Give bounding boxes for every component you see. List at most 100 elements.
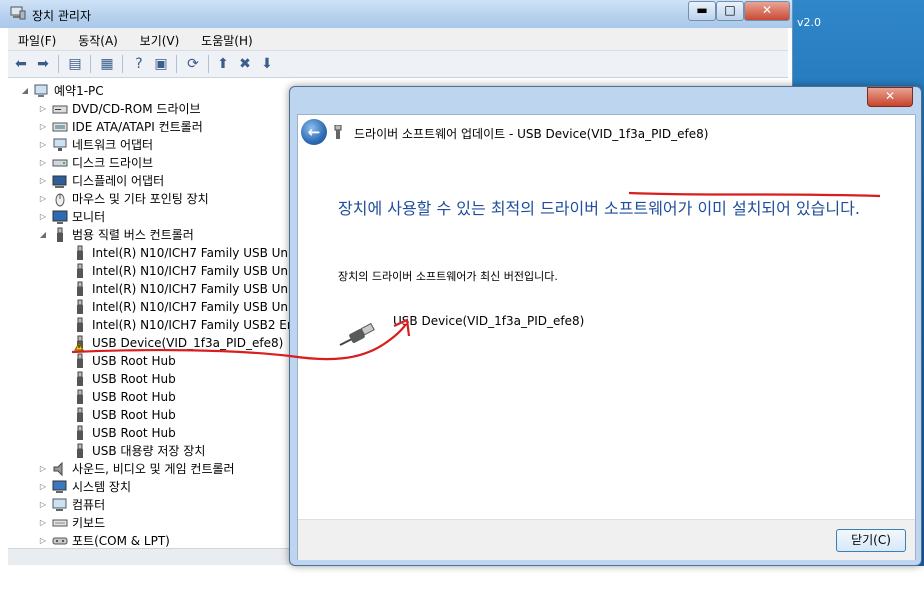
disk-drive-icon: [52, 159, 68, 167]
usb-plug-icon: [77, 317, 83, 332]
forward-arrow-icon[interactable]: ➡: [34, 55, 52, 73]
scan-hardware-icon[interactable]: ⟳: [184, 55, 202, 73]
show-hide-tree-icon[interactable]: ▤: [66, 55, 84, 73]
update-driver-dialog: ✕ ← 드라이버 소프트웨어 업데이트 - USB Device(VID_1f3…: [289, 86, 922, 566]
toolbar-separator: [122, 55, 123, 73]
speaker-icon: [53, 461, 63, 477]
expand-arrow-icon[interactable]: ▷: [38, 154, 48, 172]
mouse-icon: [55, 193, 65, 207]
expand-arrow-icon[interactable]: ▷: [38, 172, 48, 190]
expand-arrow-icon[interactable]: ▷: [38, 190, 48, 208]
collapse-arrow-icon[interactable]: ◢: [20, 82, 30, 100]
empty-area: [0, 566, 924, 614]
toolbar-separator: [208, 55, 209, 73]
toolbar: ⬅ ➡ ▤ ▦ ? ▣ ⟳ ⬆ ✖ ⬇: [8, 51, 788, 78]
dialog-close-button[interactable]: ✕: [867, 87, 913, 107]
tree-item-label: IDE ATA/ATAPI 컨트롤러: [72, 120, 203, 134]
dvd-drive-icon: [52, 105, 68, 114]
display-adapter-icon: [52, 175, 67, 188]
update-driver-icon[interactable]: ⬆: [214, 55, 232, 73]
tree-item-label: Intel(R) N10/ICH7 Family USB2 Enha: [92, 318, 310, 332]
network-adapter-icon: [53, 138, 67, 151]
tree-item-label: USB Root Hub: [92, 390, 176, 404]
view-icon[interactable]: ▣: [152, 55, 170, 73]
menu-view[interactable]: 보기(V): [130, 28, 188, 49]
tree-item-label: USB Device(VID_1f3a_PID_efe8): [92, 336, 284, 350]
expand-arrow-icon[interactable]: ▷: [38, 136, 48, 154]
expand-arrow-icon[interactable]: ▷: [38, 496, 48, 514]
tree-item-label: DVD/CD-ROM 드라이브: [72, 102, 201, 116]
dialog-footer: 닫기(C): [298, 519, 915, 560]
expand-arrow-icon[interactable]: ▷: [38, 118, 48, 136]
usb-plug-icon: [77, 407, 83, 422]
computer-icon: [52, 498, 67, 511]
usb-plug-icon: [77, 389, 83, 404]
desktop-corner-text: v2.0: [797, 16, 822, 29]
usb-plug-icon: [77, 353, 83, 368]
tree-item-label: 키보드: [72, 516, 106, 530]
expand-arrow-icon[interactable]: ▷: [38, 478, 48, 496]
usb-plug-icon: [77, 263, 83, 278]
port-icon: [52, 537, 68, 545]
system-device-icon: [52, 480, 67, 493]
properties-icon[interactable]: ▦: [98, 55, 116, 73]
tree-item-label: 시스템 장치: [72, 480, 132, 494]
back-arrow-icon[interactable]: ⬅: [12, 55, 30, 73]
expand-arrow-icon[interactable]: ▷: [38, 100, 48, 118]
tree-item-label: Intel(R) N10/ICH7 Family USB Unive: [92, 282, 306, 296]
tree-item-label: 디스플레이 어댑터: [72, 174, 165, 188]
close-button[interactable]: 닫기(C): [836, 529, 906, 552]
tree-item-label: Intel(R) N10/ICH7 Family USB Unive: [92, 300, 306, 314]
window-title: 장치 관리자: [32, 9, 92, 23]
menu-bar: 파일(F) 동작(A) 보기(V) 도움말(H): [8, 28, 788, 51]
help-icon[interactable]: ?: [130, 55, 148, 73]
expand-arrow-icon[interactable]: ▷: [38, 460, 48, 478]
keyboard-icon: [52, 519, 68, 527]
device-name: USB Device(VID_1f3a_PID_efe8): [393, 314, 585, 328]
maximize-button[interactable]: □: [716, 1, 744, 21]
toolbar-separator: [176, 55, 177, 73]
tree-item-label: USB 대용량 저장 장치: [92, 444, 206, 458]
menu-help[interactable]: 도움말(H): [191, 28, 261, 49]
tree-item-label: Intel(R) N10/ICH7 Family USB Unive: [92, 264, 306, 278]
menu-action[interactable]: 동작(A): [68, 28, 126, 49]
expand-arrow-icon[interactable]: ▷: [38, 532, 48, 548]
tree-item-label: 디스크 드라이브: [72, 156, 154, 170]
computer-icon: [34, 84, 48, 97]
menu-file[interactable]: 파일(F): [8, 28, 64, 49]
expand-arrow-icon[interactable]: ▷: [38, 208, 48, 226]
root-computer-label: 예약1-PC: [54, 84, 104, 98]
minimize-button[interactable]: ▬: [688, 1, 716, 21]
usb-warning-icon: [74, 335, 84, 351]
usb-plug-icon: [77, 245, 83, 260]
usb-plug-icon: [77, 371, 83, 386]
close-window-button[interactable]: ✕: [744, 1, 790, 21]
usb-cable-icon: [339, 322, 375, 346]
usb-plug-icon: [77, 443, 83, 458]
back-button[interactable]: ←: [301, 119, 327, 145]
tree-item-label: USB Root Hub: [92, 426, 176, 440]
tree-item-label: Intel(R) N10/ICH7 Family USB Unive: [92, 246, 306, 260]
uninstall-icon[interactable]: ✖: [236, 55, 254, 73]
title-bar[interactable]: 장치 관리자 ▬ □ ✕: [0, 0, 792, 28]
ide-controller-icon: [52, 122, 68, 132]
usb-plug-icon: [77, 281, 83, 296]
usb-controller-icon: [57, 227, 63, 242]
tree-item-label: 네트워크 어댑터: [72, 138, 154, 152]
result-heading: 장치에 사용할 수 있는 최적의 드라이버 소프트웨어가 이미 설치되어 있습니…: [338, 199, 860, 218]
monitor-icon: [52, 210, 68, 224]
tree-item-label: USB Root Hub: [92, 408, 176, 422]
collapse-arrow-icon[interactable]: ◢: [38, 226, 48, 244]
tree-item-label: 컴퓨터: [72, 498, 106, 512]
tree-item-label: USB Root Hub: [92, 354, 176, 368]
tree-item-label: USB Root Hub: [92, 372, 176, 386]
disable-device-icon[interactable]: ⬇: [258, 55, 276, 73]
dialog-header: ← 드라이버 소프트웨어 업데이트 - USB Device(VID_1f3a_…: [298, 115, 915, 151]
tree-item-label: 범용 직렬 버스 컨트롤러: [72, 228, 194, 242]
tree-item-label: 마우스 및 기타 포인팅 장치: [72, 192, 209, 206]
tree-item-label: 사운드, 비디오 및 게임 컨트롤러: [72, 462, 235, 476]
device-manager-icon: [10, 6, 26, 20]
expand-arrow-icon[interactable]: ▷: [38, 514, 48, 532]
tree-item-label: 포트(COM & LPT): [72, 534, 170, 548]
usb-plug-icon: [77, 299, 83, 314]
